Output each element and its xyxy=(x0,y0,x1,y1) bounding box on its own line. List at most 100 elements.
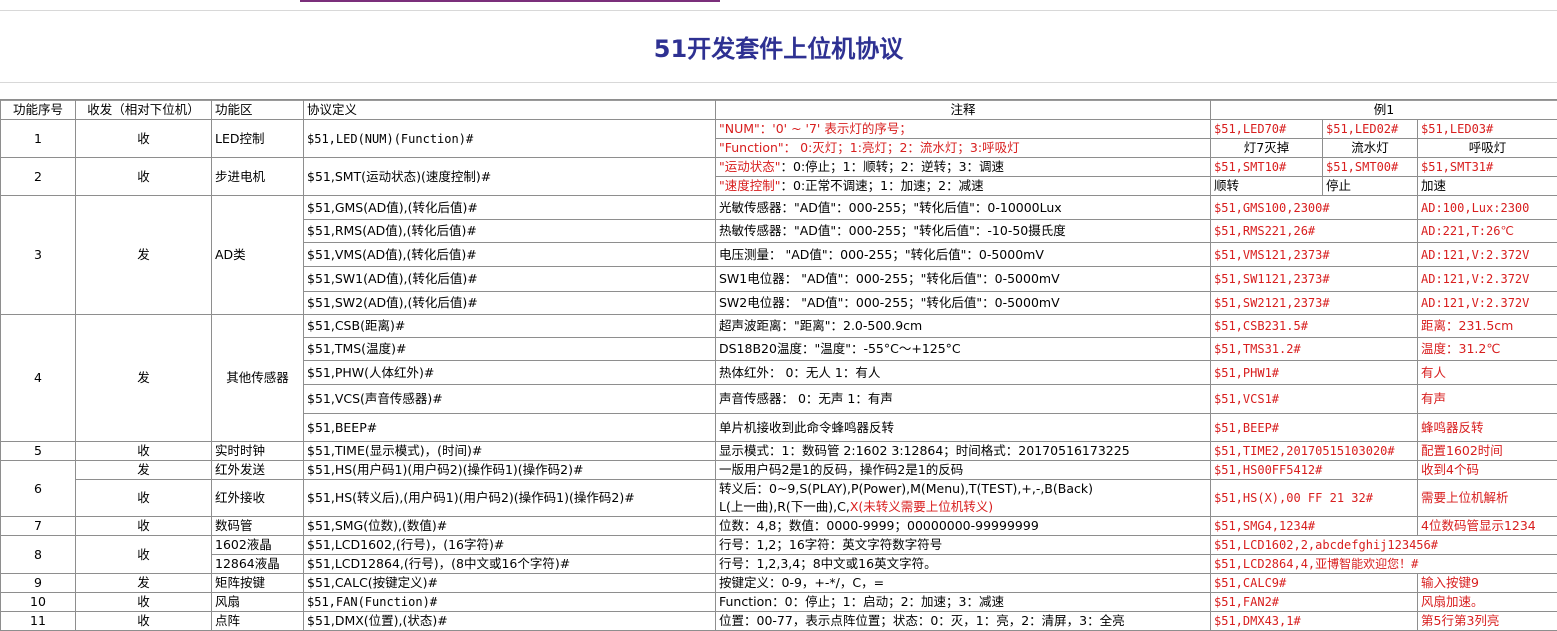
cell-note[interactable]: 单片机接收到此命令蜂鸣器反转 xyxy=(716,414,1211,442)
cell-dir[interactable]: 收 xyxy=(76,517,212,536)
cell-no[interactable]: 10 xyxy=(1,593,76,612)
cell-proto[interactable]: $51,SW2(AD值),(转化后值)# xyxy=(304,292,716,315)
cell-proto[interactable]: $51,VCS(声音传感器)# xyxy=(304,385,716,414)
header-cell[interactable]: 例1 xyxy=(1211,100,1557,120)
cell-area[interactable]: 红外接收 xyxy=(212,480,304,517)
cell-proto[interactable]: $51,TIME(显示模式)，(时间)# xyxy=(304,442,716,461)
cell-result[interactable]: AD:121,V:2.372V xyxy=(1418,243,1557,267)
cell-no[interactable]: 2 xyxy=(1,158,76,196)
cell-result[interactable]: 蜂鸣器反转 xyxy=(1418,414,1557,442)
cell-result[interactable]: AD:121,V:2.372V xyxy=(1418,292,1557,315)
cell-area[interactable]: 12864液晶 xyxy=(212,555,304,574)
cell-result[interactable]: 温度：31.2℃ xyxy=(1418,338,1557,361)
cell-note[interactable]: 电压测量： "AD值"：000-255；"转化后值"：0-5000mV xyxy=(716,243,1211,267)
cell-no[interactable]: 11 xyxy=(1,612,76,631)
cell-dir[interactable]: 收 xyxy=(76,612,212,631)
cell-example[interactable]: $51,LED02# xyxy=(1323,120,1418,139)
cell-note[interactable]: "速度控制"：0:正常不调速；1：加速；2：减速 xyxy=(716,177,1211,196)
cell-no[interactable]: 4 xyxy=(1,315,76,442)
cell-area[interactable]: 点阵 xyxy=(212,612,304,631)
cell-example-desc[interactable]: 停止 xyxy=(1323,177,1418,196)
cell-dir[interactable]: 收 xyxy=(76,536,212,574)
cell-note[interactable]: 一版用户码2是1的反码，操作码2是1的反码 xyxy=(716,461,1211,480)
cell-example[interactable]: $51,LED70# xyxy=(1211,120,1323,139)
cell-note[interactable]: 声音传感器： 0：无声 1：有声 xyxy=(716,385,1211,414)
cell-note[interactable]: "运动状态"：0:停止；1：顺转；2：逆转；3：调速 xyxy=(716,158,1211,177)
cell-example[interactable]: $51,DMX43,1# xyxy=(1211,612,1418,631)
cell-dir[interactable]: 收 xyxy=(76,593,212,612)
cell-note[interactable]: 按键定义：0-9，+-*/，C，= xyxy=(716,574,1211,593)
header-cell[interactable]: 协议定义 xyxy=(304,100,716,120)
cell-note[interactable]: 转义后：0~9,S(PLAY),P(Power),M(Menu),T(TEST)… xyxy=(716,480,1211,499)
cell-proto[interactable]: $51,LCD1602,(行号)，(16字符)# xyxy=(304,536,716,555)
sheet-title[interactable]: 51开发套件上位机协议 xyxy=(0,10,1557,82)
cell-example[interactable]: $51,CALC9# xyxy=(1211,574,1418,593)
cell-result[interactable]: 第5行第3列亮 xyxy=(1418,612,1557,631)
cell-example[interactable]: $51,SMT10# xyxy=(1211,158,1323,177)
cell-example[interactable]: $51,SMG4,1234# xyxy=(1211,517,1418,536)
cell-dir[interactable]: 收 xyxy=(76,158,212,196)
cell-example[interactable]: $51,PHW1# xyxy=(1211,361,1418,385)
cell-example[interactable]: $51,HS(X),00 FF 21 32# xyxy=(1211,480,1418,517)
cell-note[interactable]: DS18B20温度："温度"：-55°C～+125°C xyxy=(716,338,1211,361)
cell-proto[interactable]: $51,SMG(位数),(数值)# xyxy=(304,517,716,536)
cell-proto[interactable]: $51,HS(用户码1)(用户码2)(操作码1)(操作码2)# xyxy=(304,461,716,480)
cell-result[interactable]: 4位数码管显示1234 xyxy=(1418,517,1557,536)
cell-area[interactable]: 数码管 xyxy=(212,517,304,536)
cell-example[interactable]: $51,LCD2864,4,亚博智能欢迎您！# xyxy=(1211,555,1557,574)
cell-no[interactable]: 7 xyxy=(1,517,76,536)
cell-dir[interactable]: 收 xyxy=(76,480,212,517)
header-cell[interactable]: 功能区 xyxy=(212,100,304,120)
cell-result[interactable]: 收到4个码 xyxy=(1418,461,1557,480)
cell-dir[interactable]: 发 xyxy=(76,574,212,593)
cell-proto[interactable]: $51,RMS(AD值),(转化后值)# xyxy=(304,220,716,243)
cell-example[interactable]: $51,RMS221,26# xyxy=(1211,220,1418,243)
cell-area[interactable]: 其他传感器 xyxy=(212,315,304,442)
cell-no[interactable]: 1 xyxy=(1,120,76,158)
cell-note[interactable]: 行号：1,2；16字符：英文字符数字符号 xyxy=(716,536,1211,555)
cell-example-desc[interactable]: 流水灯 xyxy=(1323,139,1418,158)
cell-note[interactable]: "Function"： 0:灭灯；1:亮灯；2：流水灯；3:呼吸灯 xyxy=(716,139,1211,158)
cell-proto[interactable]: $51,LCD12864,(行号)，(8中文或16个字符)# xyxy=(304,555,716,574)
cell-proto[interactable]: $51,SMT(运动状态)(速度控制)# xyxy=(304,158,716,196)
cell-note[interactable]: 热体红外： 0：无人 1：有人 xyxy=(716,361,1211,385)
cell-proto[interactable]: $51,GMS(AD值),(转化后值)# xyxy=(304,196,716,220)
cell-result[interactable]: AD:100,Lux:2300 xyxy=(1418,196,1557,220)
cell-area[interactable]: 1602液晶 xyxy=(212,536,304,555)
cell-example[interactable]: $51,LCD1602,2,abcdefghij123456# xyxy=(1211,536,1557,555)
cell-result[interactable]: 配置1602时间 xyxy=(1418,442,1557,461)
cell-note[interactable]: 显示模式：1：数码管 2:1602 3:12864；时间格式：201705161… xyxy=(716,442,1211,461)
cell-area[interactable]: AD类 xyxy=(212,196,304,315)
cell-result[interactable]: 距离：231.5cm xyxy=(1418,315,1557,338)
cell-note[interactable]: L(上一曲),R(下一曲),C,X(未转义需要上位机转义) xyxy=(716,498,1211,517)
cell-example-desc[interactable]: 加速 xyxy=(1418,177,1557,196)
cell-result[interactable]: 输入按键9 xyxy=(1418,574,1557,593)
cell-example[interactable]: $51,SW2121,2373# xyxy=(1211,292,1418,315)
cell-proto[interactable]: $51,FAN(Function)# xyxy=(304,593,716,612)
cell-note[interactable]: "NUM"：'0' ~ '7' 表示灯的序号； xyxy=(716,120,1211,139)
cell-note[interactable]: 光敏传感器："AD值"：000-255；"转化后值"：0-10000Lux xyxy=(716,196,1211,220)
cell-result[interactable]: 风扇加速。 xyxy=(1418,593,1557,612)
cell-example[interactable]: $51,SW1121,2373# xyxy=(1211,267,1418,292)
cell-example[interactable]: $51,LED03# xyxy=(1418,120,1557,139)
cell-example[interactable]: $51,VMS121,2373# xyxy=(1211,243,1418,267)
cell-note[interactable]: 超声波距离："距离"：2.0-500.9cm xyxy=(716,315,1211,338)
cell-example-desc[interactable]: 灯7灭掉 xyxy=(1211,139,1323,158)
cell-example[interactable]: $51,BEEP# xyxy=(1211,414,1418,442)
cell-proto[interactable]: $51,CSB(距离)# xyxy=(304,315,716,338)
cell-result[interactable]: 有声 xyxy=(1418,385,1557,414)
cell-proto[interactable]: $51,SW1(AD值),(转化后值)# xyxy=(304,267,716,292)
cell-proto[interactable]: $51,CALC(按键定义)# xyxy=(304,574,716,593)
cell-example[interactable]: $51,TMS31.2# xyxy=(1211,338,1418,361)
cell-area[interactable]: LED控制 xyxy=(212,120,304,158)
cell-example[interactable]: $51,GMS100,2300# xyxy=(1211,196,1418,220)
cell-proto[interactable]: $51,HS(转义后),(用户码1)(用户码2)(操作码1)(操作码2)# xyxy=(304,480,716,517)
cell-result[interactable]: 需要上位机解析 xyxy=(1418,480,1557,517)
cell-result[interactable]: AD:221,T:26℃ xyxy=(1418,220,1557,243)
cell-example[interactable]: $51,VCS1# xyxy=(1211,385,1418,414)
cell-area[interactable]: 风扇 xyxy=(212,593,304,612)
cell-example[interactable]: $51,SMT31# xyxy=(1418,158,1557,177)
cell-note[interactable]: 行号：1,2,3,4；8中文或16英文字符。 xyxy=(716,555,1211,574)
cell-result[interactable]: AD:121,V:2.372V xyxy=(1418,267,1557,292)
cell-area[interactable]: 矩阵按键 xyxy=(212,574,304,593)
